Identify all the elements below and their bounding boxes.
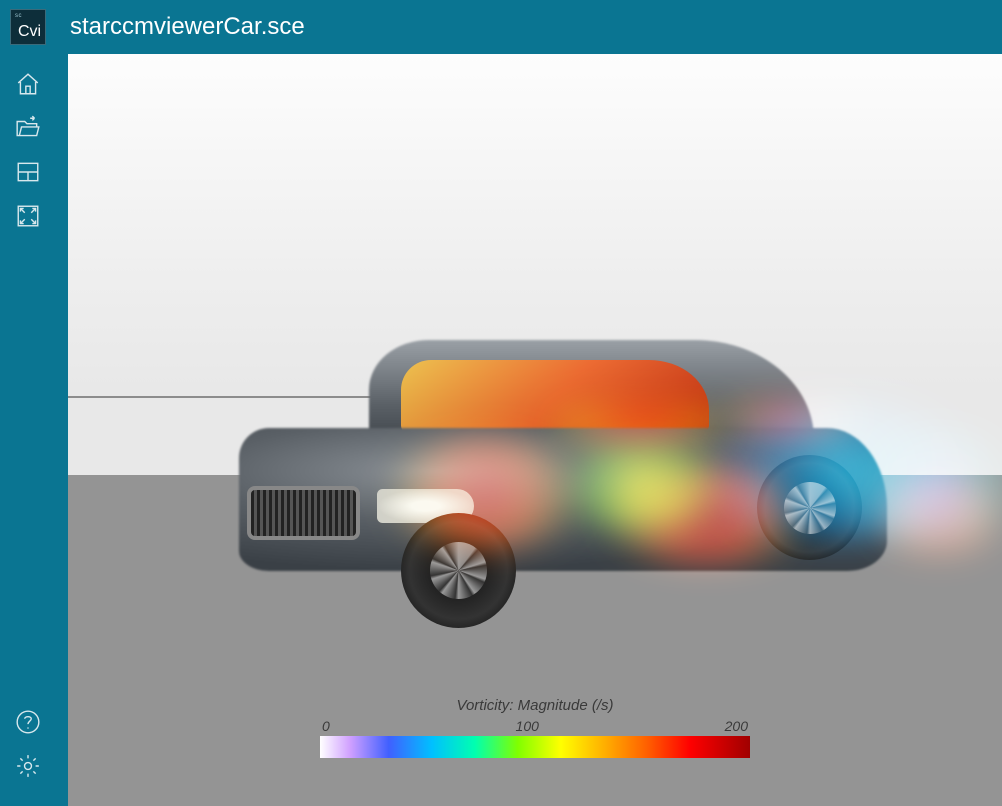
app-logo-main-text: Cvi <box>18 23 41 41</box>
open-file-icon[interactable] <box>14 114 42 142</box>
legend-min: 0 <box>322 718 330 734</box>
help-icon[interactable] <box>14 708 42 736</box>
fullscreen-icon[interactable] <box>14 202 42 230</box>
sidebar-top <box>0 70 56 708</box>
legend-colorbar <box>320 736 750 758</box>
legend-max: 200 <box>725 718 748 734</box>
color-legend: Vorticity: Magnitude (/s) 0 100 200 <box>320 697 750 758</box>
layout-panels-icon[interactable] <box>14 158 42 186</box>
sidebar-bottom <box>0 708 56 790</box>
app-header: sc Cvi starccmviewerCar.sce <box>0 0 1002 54</box>
legend-mid: 100 <box>516 718 539 734</box>
app-logo-small-text: sc <box>15 13 22 19</box>
legend-labels: 0 100 200 <box>320 718 750 734</box>
sidebar <box>0 54 56 806</box>
body-area: Vorticity: Magnitude (/s) 0 100 200 <box>0 54 1002 806</box>
car-wheel-front <box>401 513 516 628</box>
scene-render: Vorticity: Magnitude (/s) 0 100 200 <box>68 54 1002 806</box>
settings-icon[interactable] <box>14 752 42 780</box>
file-title: starccmviewerCar.sce <box>70 13 305 41</box>
car-grille <box>247 486 360 540</box>
app-logo: sc Cvi <box>10 9 46 45</box>
car-model <box>158 299 968 639</box>
car-windshield <box>401 360 709 435</box>
home-icon[interactable] <box>14 70 42 98</box>
viewport-3d[interactable]: Vorticity: Magnitude (/s) 0 100 200 <box>68 54 1002 806</box>
legend-title: Vorticity: Magnitude (/s) <box>320 697 750 714</box>
